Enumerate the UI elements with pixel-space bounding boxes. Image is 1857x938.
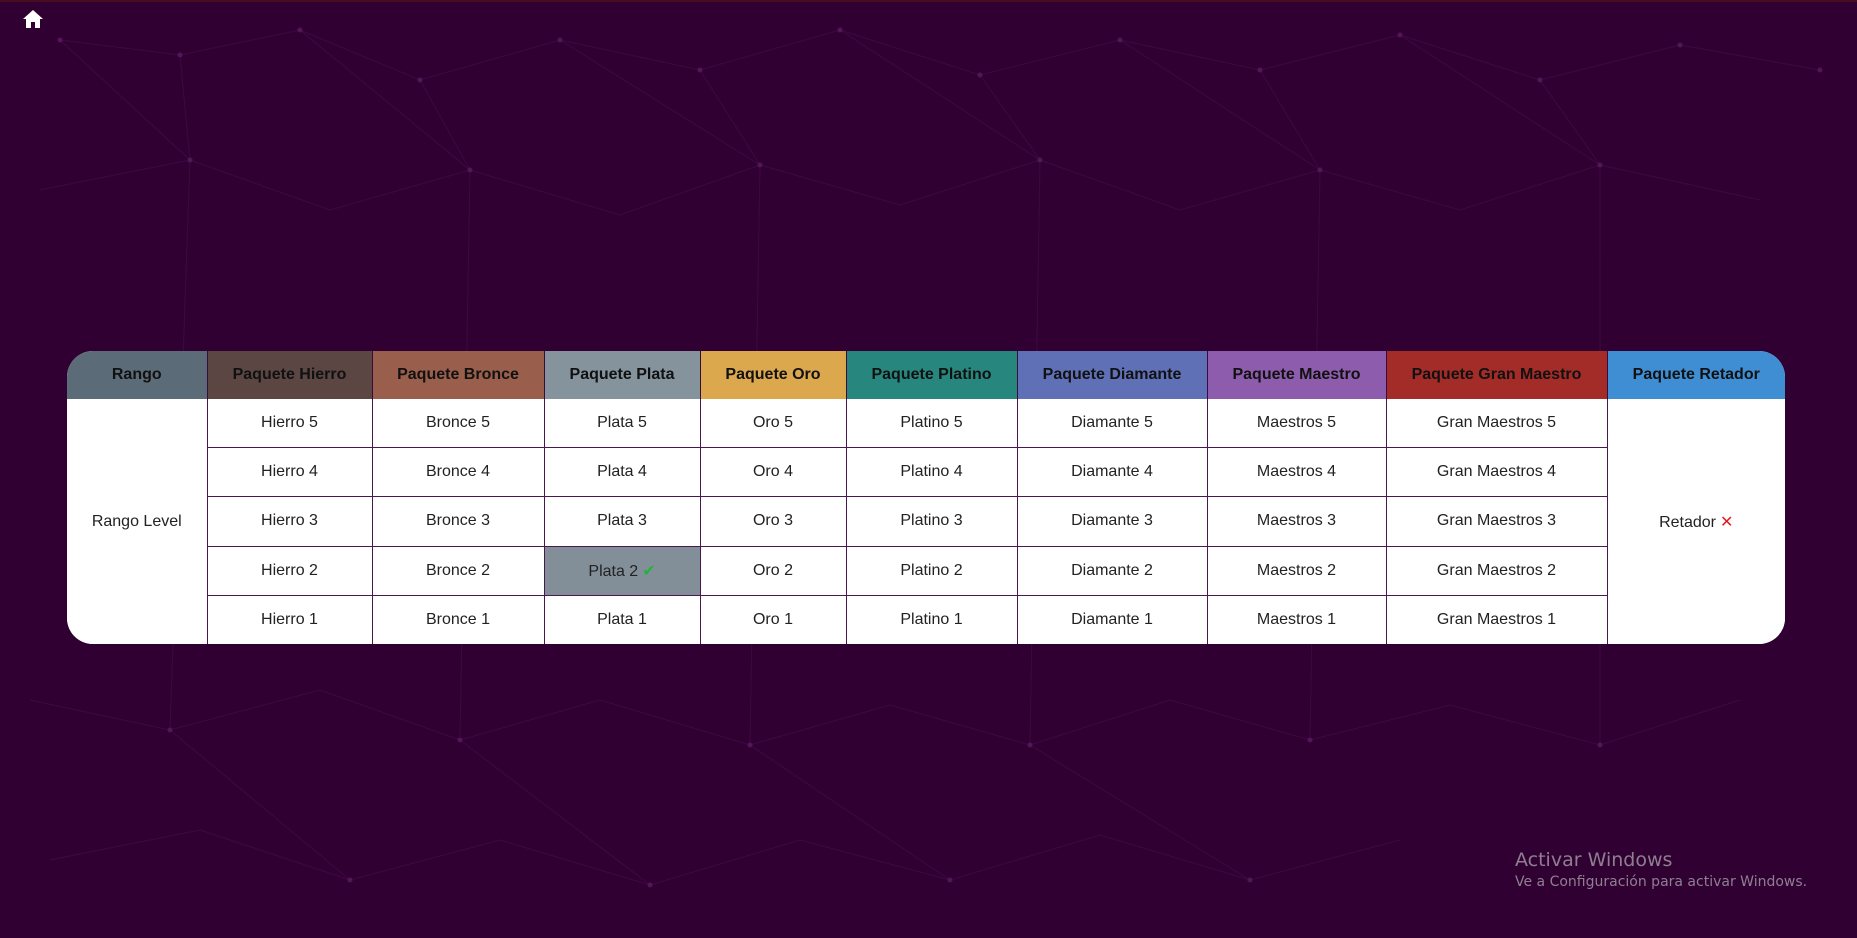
- rank-cell: Oro 4: [699, 447, 847, 498]
- retador-cell: Retador ✕: [1606, 399, 1785, 644]
- rank-cell: Platino 5: [845, 399, 1018, 449]
- rank-cell: Oro 2: [699, 545, 847, 596]
- rank-cell: Hierro 1: [206, 594, 373, 644]
- rango-level-label: Rango Level: [91, 512, 182, 530]
- rank-cell: Diamante 4: [1016, 447, 1208, 498]
- rank-table: Rango Paquete Hierro Paquete Bronce Paqu…: [67, 351, 1785, 644]
- header-paquete-bronce: Paquete Bronce: [371, 351, 544, 399]
- current-rank-cell: Plata 2 ✔: [543, 545, 701, 596]
- rank-cell: Plata 4: [543, 447, 701, 498]
- rank-cell: Maestros 3: [1206, 496, 1387, 547]
- rank-cell: Hierro 4: [206, 447, 373, 498]
- top-border-line: [0, 0, 1857, 2]
- table-row: Hierro 3 Bronce 3 Plata 3 Oro 3 Platino …: [67, 496, 1785, 547]
- watermark-title: Activar Windows: [1515, 849, 1673, 871]
- table-row: Hierro 1 Bronce 1 Plata 1 Oro 1 Platino …: [67, 594, 1785, 644]
- windows-activation-watermark: Activar Windows Ve a Configuración para …: [1515, 848, 1807, 892]
- rank-cell: Oro 5: [699, 399, 847, 449]
- rank-cell: Plata 3: [543, 496, 701, 547]
- rank-cell: Maestros 2: [1206, 545, 1387, 596]
- rank-cell: Platino 2: [845, 545, 1018, 596]
- watermark-subtitle: Ve a Configuración para activar Windows.: [1515, 874, 1808, 890]
- check-icon: ✔: [642, 562, 656, 580]
- rank-cell: Bronce 5: [371, 399, 545, 449]
- rank-cell: Hierro 5: [206, 399, 373, 449]
- rank-cell: Diamante 1: [1016, 594, 1208, 644]
- rank-cell: Platino 1: [845, 594, 1018, 644]
- rank-cell: Maestros 4: [1206, 447, 1387, 498]
- header-paquete-diamante: Paquete Diamante: [1016, 351, 1207, 399]
- rank-cell: Oro 3: [699, 496, 847, 547]
- rank-cell: Oro 1: [699, 594, 847, 644]
- rank-cell: Bronce 4: [371, 447, 545, 498]
- header-rango: Rango: [67, 351, 207, 399]
- table-row: Hierro 2 Bronce 2 Plata 2 ✔ Oro 2 Platino…: [67, 545, 1785, 596]
- rank-cell: Diamante 5: [1016, 399, 1208, 449]
- header-paquete-retador: Paquete Retador: [1606, 351, 1785, 399]
- rank-cell: Maestros 1: [1206, 594, 1387, 644]
- rank-cell: Bronce 3: [371, 496, 545, 547]
- rank-cell: Plata 1: [543, 594, 701, 644]
- retador-label: Retador: [1659, 513, 1716, 531]
- cross-icon: ✕: [1720, 513, 1734, 531]
- rank-cell: Hierro 2: [206, 545, 373, 596]
- rank-cell: Bronce 1: [371, 594, 545, 644]
- home-icon[interactable]: [22, 9, 44, 29]
- header-paquete-maestro: Paquete Maestro: [1206, 351, 1386, 399]
- rank-cell: Gran Maestros 5: [1385, 399, 1608, 449]
- rank-cell: Plata 5: [543, 399, 701, 449]
- header-paquete-hierro: Paquete Hierro: [206, 351, 372, 399]
- header-paquete-oro: Paquete Oro: [699, 351, 846, 399]
- rank-cell: Platino 4: [845, 447, 1018, 498]
- rank-table-container: Rango Paquete Hierro Paquete Bronce Paqu…: [67, 351, 1785, 644]
- table-row: Rango Level Hierro 5 Bronce 5 Plata 5 Or…: [67, 399, 1785, 644]
- rank-cell: Diamante 2: [1016, 545, 1208, 596]
- rank-cell: Gran Maestros 4: [1385, 447, 1608, 498]
- rank-cell: Gran Maestros 3: [1385, 496, 1608, 547]
- rank-cell: Gran Maestros 1: [1385, 594, 1608, 644]
- current-rank-label: Plata 2: [588, 562, 639, 580]
- header-paquete-plata: Paquete Plata: [543, 351, 700, 399]
- header-row: Rango Paquete Hierro Paquete Bronce Paqu…: [67, 351, 1785, 399]
- rank-cell: Bronce 2: [371, 545, 545, 596]
- rank-cell: Diamante 3: [1016, 496, 1208, 547]
- rank-cell: Maestros 5: [1206, 399, 1387, 449]
- header-paquete-platino: Paquete Platino: [845, 351, 1017, 399]
- rango-level-cell: Rango Level: [67, 399, 208, 644]
- header-paquete-gran-maestro: Paquete Gran Maestro: [1385, 351, 1607, 399]
- table-row: Hierro 4 Bronce 4 Plata 4 Oro 4 Platino …: [67, 447, 1785, 498]
- rank-cell: Platino 3: [845, 496, 1018, 547]
- rank-cell: Gran Maestros 2: [1385, 545, 1608, 596]
- rank-cell: Hierro 3: [206, 496, 373, 547]
